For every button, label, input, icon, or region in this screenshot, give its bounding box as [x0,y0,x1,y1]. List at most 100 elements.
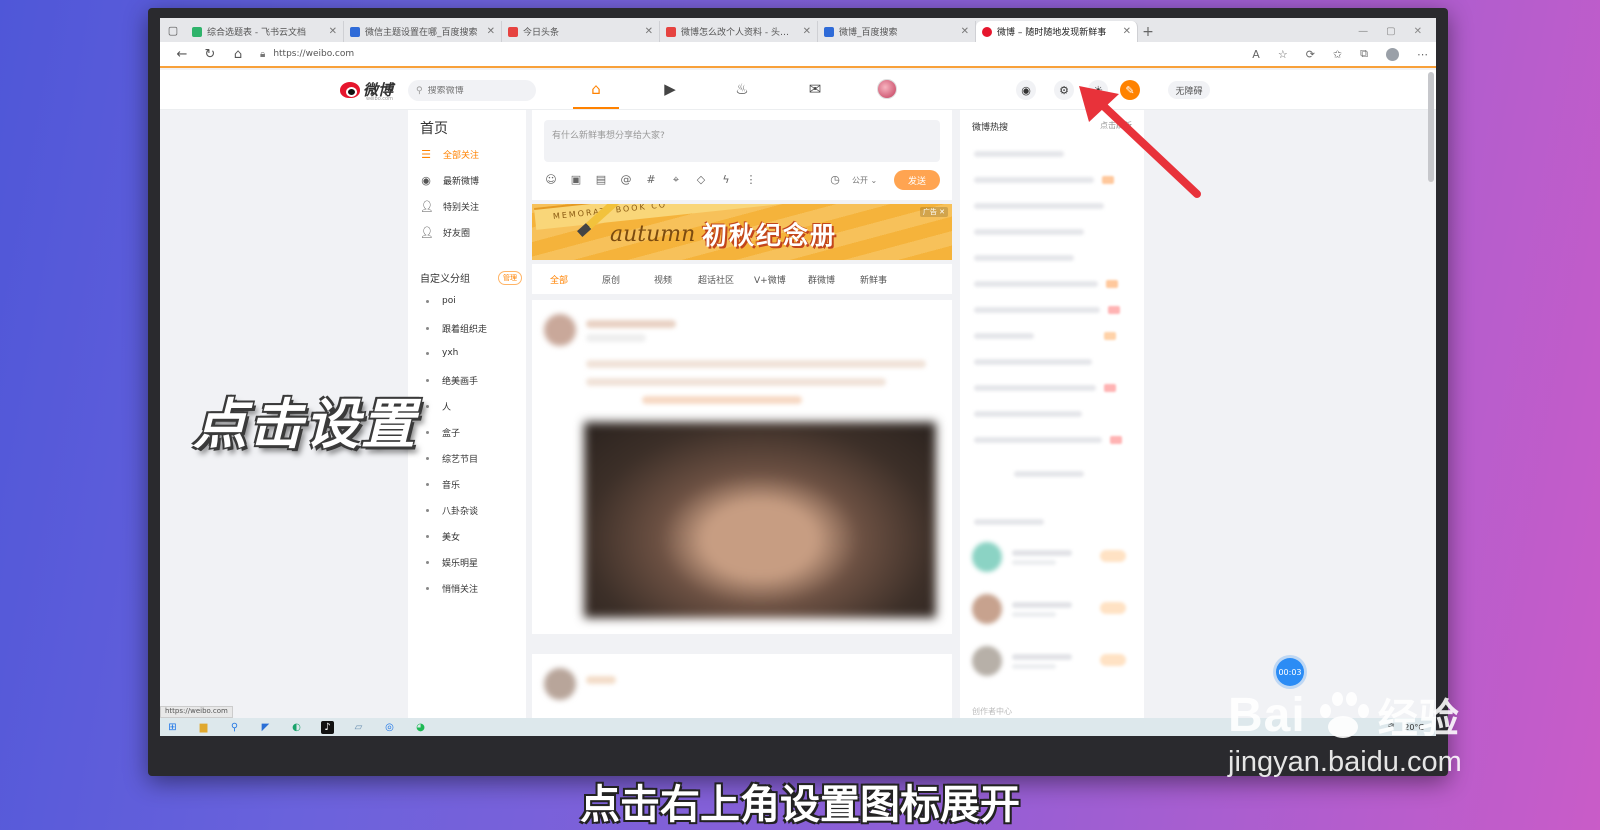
filter-tab-video[interactable]: 视频 [654,273,672,286]
follow-button[interactable] [1100,550,1126,562]
tab-5-active[interactable]: 微博 – 随时随地发现新鲜事 ✕ [976,21,1138,42]
more-vertical-icon[interactable]: ⋮ [744,173,758,186]
hot-search-item[interactable] [974,306,1130,314]
hot-search-item[interactable] [974,436,1130,444]
url-field[interactable]: 🔒︎ https://weibo.com [260,49,354,60]
autumn-ad-banner[interactable]: MEMORATI BOOK CO autumn 初秋纪念册 广告 ✕ [532,204,952,260]
home-nav-icon[interactable]: ⌂ [584,80,608,98]
video-icon[interactable]: ▤ [594,173,608,186]
search-input[interactable] [427,85,520,96]
visibility-select[interactable]: 公开 ⌄ [852,175,877,186]
collections-icon[interactable]: ⧉ [1360,47,1368,61]
filter-tab-fresh[interactable]: 新鲜事 [860,273,887,286]
recommended-user[interactable] [972,646,1132,680]
tab-close-icon[interactable]: ✕ [803,26,811,37]
filter-tab-vplus[interactable]: V+微博 [754,273,786,286]
creator-center-link[interactable]: 创作者中心 [972,706,1012,717]
back-icon[interactable]: ← [168,47,196,62]
tab-close-icon[interactable]: ✕ [329,26,337,37]
hot-nav-icon[interactable]: ♨ [730,80,754,98]
favorites-icon[interactable]: ✩ [1333,48,1342,61]
new-tab-icon[interactable]: + [1138,21,1158,42]
tab-close-icon[interactable]: ✕ [645,26,653,37]
group-item[interactable]: 绝美画手 [426,374,478,387]
group-item[interactable]: 美女 [426,530,460,543]
emoji-icon[interactable]: ☺ [544,173,558,186]
refresh-ext-icon[interactable]: ⟳ [1306,48,1315,61]
view-more-link[interactable] [1014,470,1170,478]
profile-avatar-icon[interactable] [1386,47,1399,61]
tab-3[interactable]: 微博怎么改个人资料 - 头条搜索 ✕ [660,21,818,42]
weibo-logo[interactable]: 微博 weibo.com [340,79,393,102]
location-icon[interactable]: ⌖ [669,173,683,187]
group-item[interactable]: 娱乐明星 [426,556,478,569]
edge-browser-icon[interactable]: ◐ [290,721,303,734]
sidebar-item-friends[interactable]: 👤︎ 好友圈 [420,226,470,239]
tab-actions-icon[interactable]: ▢ [160,18,186,42]
window-close-icon[interactable]: ✕ [1414,26,1422,37]
sidebar-item-all-follows[interactable]: ☰ 全部关注 [420,148,479,161]
chat-app-icon[interactable]: ◕ [414,721,427,734]
hot-search-item[interactable] [974,410,1130,418]
diamond-icon[interactable]: ◇ [694,173,708,186]
settings-gear-icon[interactable]: ⚙ [1054,80,1074,100]
post-video-thumbnail[interactable] [584,422,936,618]
hashtag-icon[interactable]: # [644,173,658,186]
tab-close-icon[interactable]: ✕ [1123,26,1131,37]
hot-search-item[interactable] [974,332,1130,340]
filter-tab-all[interactable]: 全部 [550,273,568,286]
minimize-icon[interactable]: — [1358,26,1368,37]
browser-app-icon[interactable]: ◎ [383,721,396,734]
group-item[interactable]: 跟着组织走 [426,322,487,335]
recommended-user[interactable] [972,542,1132,576]
search-box[interactable]: ⚲ [408,80,536,101]
add-favorite-icon[interactable]: ☆ [1278,48,1288,61]
hot-search-item[interactable] [974,384,1130,392]
hot-search-item[interactable] [974,228,1130,236]
more-menu-icon[interactable]: ⋯ [1417,48,1428,61]
tab-4[interactable]: 微博_百度搜索 ✕ [818,21,976,42]
compose-input[interactable]: 有什么新鲜事想分享给大家? [544,120,940,162]
group-item[interactable]: 八卦杂谈 [426,504,478,517]
search-icon[interactable]: ⚲ [228,721,241,734]
user-avatar[interactable] [877,79,897,99]
post-avatar[interactable] [544,668,576,700]
file-explorer-icon[interactable]: ▆ [197,721,210,734]
windows-start-icon[interactable]: ⊞ [166,721,179,734]
filter-tab-original[interactable]: 原创 [602,273,620,286]
tab-1[interactable]: 微信主题设置在哪_百度搜索 ✕ [344,21,502,42]
sidebar-item-latest[interactable]: ◉ 最新微博 [420,174,479,187]
follow-button[interactable] [1100,654,1126,666]
maximize-icon[interactable]: ▢ [1386,26,1395,37]
post-avatar[interactable] [544,314,576,346]
group-item[interactable]: 综艺节目 [426,452,478,465]
lightning-icon[interactable]: ϟ [719,173,733,186]
notes-app-icon[interactable]: ▱ [352,721,365,734]
send-button[interactable]: 发送 [894,170,940,190]
mention-icon[interactable]: @ [619,173,633,186]
hot-search-item[interactable] [974,280,1130,288]
ad-close-badge[interactable]: 广告 ✕ [919,207,948,217]
message-nav-icon[interactable]: ✉ [803,80,827,98]
video-nav-icon[interactable]: ▶︎ [658,80,682,98]
tab-close-icon[interactable]: ✕ [487,26,495,37]
manage-groups-button[interactable]: 管理 [498,270,522,285]
read-aloud-icon[interactable]: A [1252,48,1260,61]
sidebar-item-special[interactable]: 👤︎ 特别关注 [420,200,479,213]
tab-2[interactable]: 今日头条 ✕ [502,21,660,42]
hot-search-item[interactable] [974,358,1130,366]
group-item[interactable]: 悄悄关注 [426,582,478,595]
timer-icon[interactable]: ◷ [828,173,842,186]
tab-close-icon[interactable]: ✕ [961,26,969,37]
game-icon[interactable]: ◉ [1016,80,1036,100]
home-icon[interactable]: ⌂ [224,47,252,62]
group-item[interactable]: 盒子 [426,426,460,439]
group-item[interactable]: poi [426,296,456,306]
group-item[interactable]: yxh [426,348,458,358]
tiktok-icon[interactable]: ♪ [321,720,334,734]
filter-tab-group[interactable]: 群微博 [808,273,835,286]
group-item[interactable]: 音乐 [426,478,460,491]
filter-tab-supertopic[interactable]: 超话社区 [698,273,734,286]
feishu-app-icon[interactable]: ◤ [259,721,272,734]
reload-icon[interactable]: ↻ [196,47,224,62]
